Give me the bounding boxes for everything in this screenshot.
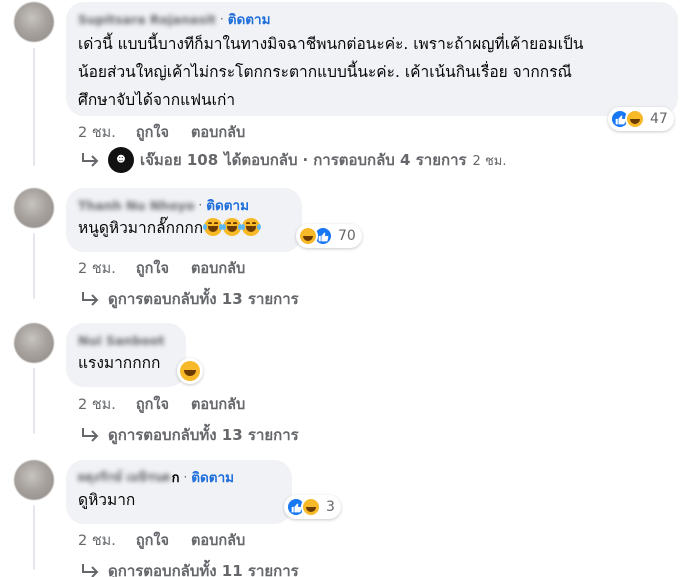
reply-arrow-icon <box>82 292 99 306</box>
avatar[interactable] <box>14 2 54 42</box>
reply-button[interactable]: ตอบกลับ <box>191 393 245 416</box>
reply-count: ดูการตอบกลับทั้ง 13 รายการ <box>108 426 299 444</box>
reply-button[interactable]: ตอบกลับ <box>191 529 245 552</box>
comment-bubble: Nui Sanboot แรงมากกกก <box>66 323 186 387</box>
reaction-count: 3 <box>326 499 335 515</box>
comment-text-line: ศึกษาจับได้จากแฟนเก่า <box>78 91 236 109</box>
replier-name: เจ๊มอย 108 <box>140 151 219 169</box>
comment-bubble: Thanh Nu Nhoyo · ติดตาม หนูดูหิวมากลั๊กก… <box>66 188 302 252</box>
separator-dot: · <box>302 151 309 169</box>
comment-text: แรงมากกกก <box>78 354 161 372</box>
avatar[interactable] <box>14 323 54 363</box>
author-name[interactable]: Supitsara Rojanasit <box>78 12 216 27</box>
like-button[interactable]: ถูกใจ <box>136 257 169 280</box>
reply-time: 2 ชม. <box>472 153 507 169</box>
separator-dot: · <box>219 12 224 26</box>
comment-actions: 2 ชม. ถูกใจ ตอบกลับ <box>78 393 267 416</box>
replied-text: ได้ตอบกลับ <box>224 151 298 169</box>
comment-actions: 2 ชม. ถูกใจ ตอบกลับ <box>78 529 267 552</box>
reaction-count: 47 <box>650 111 668 127</box>
laugh-cry-emoji-icon <box>240 218 261 236</box>
reaction-count: 70 <box>338 228 356 244</box>
comment-bubble: ผดุงรักษ์ เมษิรนต ก · ติดตาม ดูหิวมาก <box>66 460 292 524</box>
comment-text: ดูหิวมาก <box>78 491 136 509</box>
thread-line <box>33 233 35 299</box>
follow-button[interactable]: ติดตาม <box>191 466 234 488</box>
like-button[interactable]: ถูกใจ <box>136 121 169 144</box>
reaction-summary[interactable]: 3 <box>284 495 341 519</box>
view-replies[interactable]: ดูการตอบกลับทั้ง 13 รายการ <box>80 423 299 447</box>
avatar[interactable] <box>14 460 54 500</box>
timestamp[interactable]: 2 ชม. <box>78 529 116 552</box>
reply-arrow-icon <box>82 564 99 577</box>
reaction-summary[interactable]: 70 <box>296 224 362 248</box>
laugh-cry-emoji-icon <box>221 218 242 236</box>
reaction-summary[interactable]: 47 <box>608 107 674 131</box>
view-replies[interactable]: ดูการตอบกลับทั้ง 13 รายการ <box>80 287 299 311</box>
reply-button[interactable]: ตอบกลับ <box>191 121 245 144</box>
like-button[interactable]: ถูกใจ <box>136 393 169 416</box>
reply-count: ดูการตอบกลับทั้ง 13 รายการ <box>108 290 299 308</box>
haha-icon <box>625 109 645 129</box>
author-name[interactable]: Thanh Nu Nhoyo <box>78 198 194 213</box>
reply-count: ดูการตอบกลับทั้ง 11 รายการ <box>108 562 299 577</box>
comment-actions: 2 ชม. ถูกใจ ตอบกลับ <box>78 257 267 280</box>
haha-icon <box>298 226 318 246</box>
avatar[interactable] <box>14 188 54 228</box>
comment-text: หนูดูหิวมากลั๊กกกก <box>78 219 204 237</box>
view-replies[interactable]: ดูการตอบกลับทั้ง 11 รายการ <box>80 559 299 577</box>
thread-line <box>33 48 35 166</box>
follow-button[interactable]: ติดตาม <box>228 8 271 30</box>
author-name[interactable]: ผดุงรักษ์ เมษิรนต <box>78 467 171 487</box>
timestamp[interactable]: 2 ชม. <box>78 257 116 280</box>
laugh-cry-emoji-icon <box>202 218 223 236</box>
like-button[interactable]: ถูกใจ <box>136 529 169 552</box>
haha-icon <box>301 497 321 517</box>
timestamp[interactable]: 2 ชม. <box>78 121 116 144</box>
author-name[interactable]: Nui Sanboot <box>78 333 164 348</box>
reply-button[interactable]: ตอบกลับ <box>191 257 245 280</box>
timestamp[interactable]: 2 ชม. <box>78 393 116 416</box>
comment-text-line: น้อยส่วนใหญ่เค้าไม่กระโตกกระตากแบบนี้นะค… <box>78 63 572 81</box>
reply-arrow-icon <box>82 428 99 442</box>
thread-line <box>33 505 35 570</box>
thread-line <box>33 368 35 434</box>
comment-actions: 2 ชม. ถูกใจ ตอบกลับ <box>78 121 267 144</box>
view-replies[interactable]: ☻ เจ๊มอย 108 ได้ตอบกลับ · การตอบกลับ 4 ร… <box>80 147 506 173</box>
comment-text-line: เด่วนี้ แบบนี้บางทีก็มาในทางมิจฉาชีพนกต่… <box>78 35 584 53</box>
reply-arrow-icon <box>82 153 99 167</box>
haha-icon[interactable] <box>177 358 203 384</box>
author-name-suffix: ก <box>171 470 180 486</box>
separator-dot: · <box>183 470 188 484</box>
comment-bubble: Supitsara Rojanasit · ติดตาม เด่วนี้ แบบ… <box>66 2 678 116</box>
separator-dot: · <box>198 198 203 212</box>
follow-button[interactable]: ติดตาม <box>206 194 249 216</box>
reply-count: การตอบกลับ 4 รายการ <box>313 151 467 169</box>
replier-avatar: ☻ <box>108 147 134 173</box>
